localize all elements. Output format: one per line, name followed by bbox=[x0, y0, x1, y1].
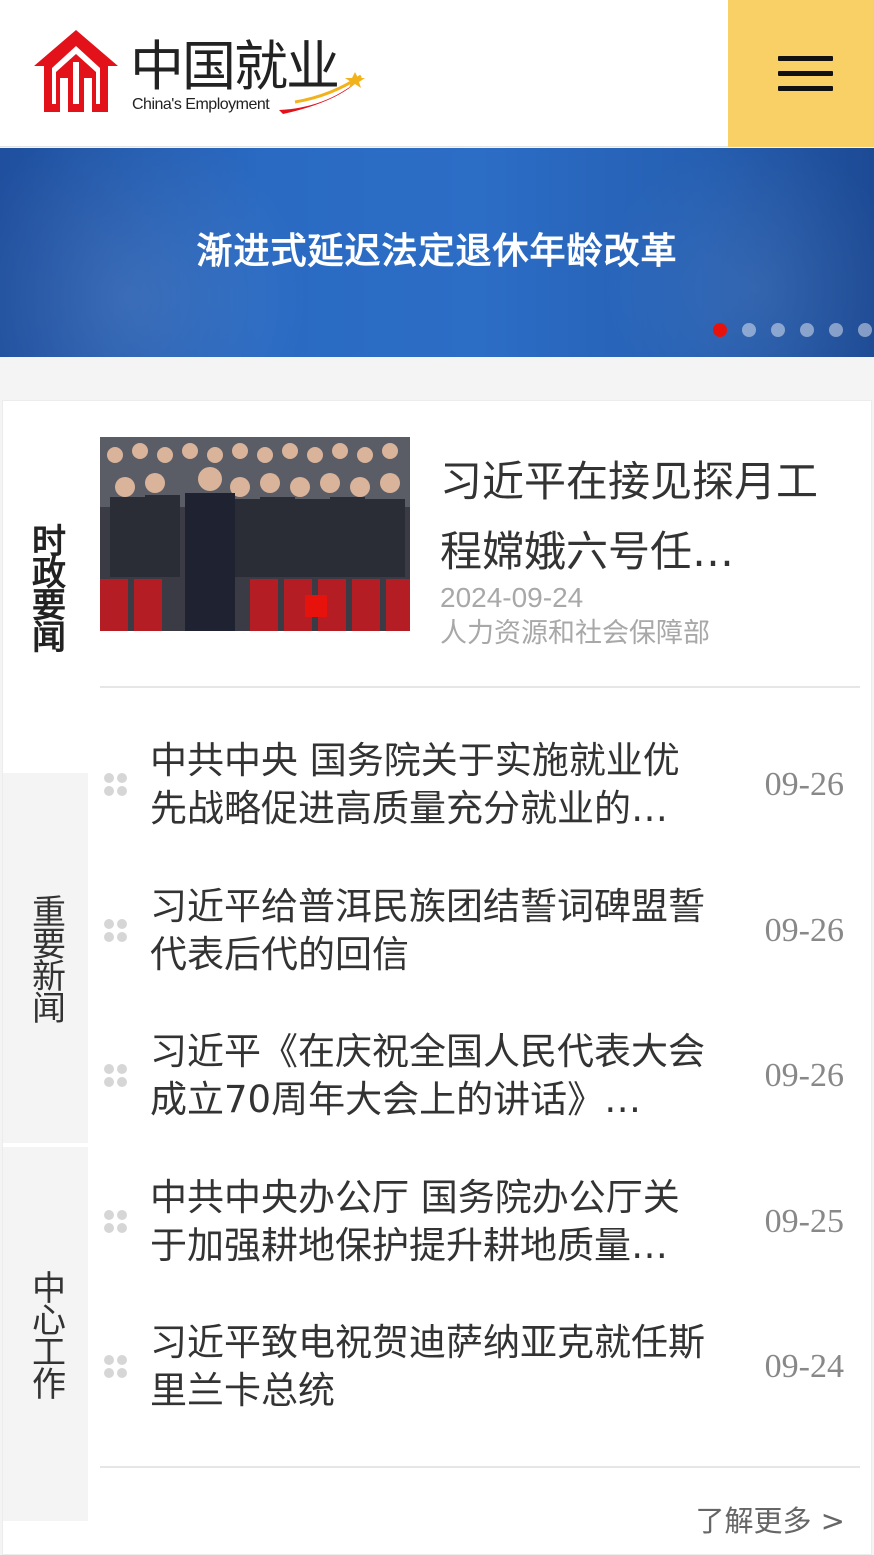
news-list-item[interactable]: 习近平致电祝贺迪萨纳亚克就任斯里兰卡总统 09-24 bbox=[100, 1319, 860, 1419]
bullet-icon bbox=[104, 773, 128, 797]
carousel-dot[interactable] bbox=[800, 323, 814, 337]
featured-date: 2024-09-24 bbox=[440, 582, 584, 613]
news-title[interactable]: 中共中央办公厅 国务院办公厅关于加强耕地保护提升耕地质量… bbox=[150, 1174, 710, 1270]
tab-label: 中心工作 bbox=[25, 1270, 66, 1398]
divider bbox=[100, 686, 860, 688]
featured-photo-image bbox=[100, 437, 410, 631]
bullet-icon bbox=[104, 1064, 128, 1088]
hamburger-menu-bar bbox=[778, 86, 833, 91]
side-tabs: 时政要闻 重要新闻 中心工作 bbox=[3, 401, 88, 1521]
tab-important-news[interactable]: 重要新闻 bbox=[3, 773, 88, 1145]
site-logo[interactable]: 中国就业 China's Employment bbox=[30, 26, 370, 118]
news-date: 09-26 bbox=[764, 766, 844, 803]
tab-label: 时政要闻 bbox=[25, 523, 66, 651]
news-title[interactable]: 习近平给普洱民族团结誓词碑盟誓代表后代的回信 bbox=[150, 883, 710, 979]
carousel-dot[interactable] bbox=[713, 323, 727, 337]
logo-text-en: China's Employment bbox=[132, 96, 270, 113]
site-header: 中国就业 China's Employment bbox=[0, 0, 874, 147]
carousel-dots bbox=[713, 323, 872, 339]
news-title[interactable]: 中共中央 国务院关于实施就业优先战略促进高质量充分就业的… bbox=[150, 737, 710, 833]
news-date: 09-26 bbox=[764, 912, 844, 949]
news-list-item[interactable]: 习近平《在庆祝全国人民代表大会成立70周年大会上的讲话》… 09-26 bbox=[100, 1028, 860, 1128]
news-date: 09-25 bbox=[764, 1203, 844, 1240]
news-list-item[interactable]: 习近平给普洱民族团结誓词碑盟誓代表后代的回信 09-26 bbox=[100, 883, 860, 983]
banner-title[interactable]: 渐进式延迟法定退休年龄改革 bbox=[0, 230, 874, 274]
hamburger-menu-icon bbox=[778, 56, 833, 61]
news-date: 09-26 bbox=[764, 1057, 844, 1094]
more-link[interactable]: 了解更多 > bbox=[695, 1501, 845, 1541]
tab-central-work[interactable]: 中心工作 bbox=[3, 1147, 88, 1521]
featured-thumbnail[interactable] bbox=[100, 437, 410, 631]
news-date: 09-24 bbox=[764, 1348, 844, 1385]
featured-source: 人力资源和社会保障部 bbox=[440, 618, 710, 649]
bullet-icon bbox=[104, 1210, 128, 1234]
news-title[interactable]: 习近平《在庆祝全国人民代表大会成立70周年大会上的讲话》… bbox=[150, 1028, 710, 1124]
tab-label: 重要新闻 bbox=[25, 894, 66, 1022]
bullet-icon bbox=[104, 919, 128, 943]
featured-title[interactable]: 习近平在接见探月工程嫦娥六号任… bbox=[440, 447, 850, 587]
logo-swoosh-icon bbox=[279, 72, 365, 114]
carousel-dot[interactable] bbox=[771, 323, 785, 337]
featured-article[interactable]: 习近平在接见探月工程嫦娥六号任… 2024-09-24 人力资源和社会保障部 bbox=[100, 437, 860, 649]
hamburger-menu-bar bbox=[778, 71, 833, 76]
bullet-icon bbox=[104, 1355, 128, 1379]
news-list-item[interactable]: 中共中央办公厅 国务院办公厅关于加强耕地保护提升耕地质量… 09-25 bbox=[100, 1174, 860, 1274]
news-title[interactable]: 习近平致电祝贺迪萨纳亚克就任斯里兰卡总统 bbox=[150, 1319, 710, 1415]
logo-emblem-icon bbox=[34, 30, 118, 112]
tab-politics-news[interactable]: 时政要闻 bbox=[3, 401, 88, 773]
news-list-item[interactable]: 中共中央 国务院关于实施就业优先战略促进高质量充分就业的… 09-26 bbox=[100, 737, 860, 837]
menu-button[interactable] bbox=[728, 0, 874, 147]
carousel-dot[interactable] bbox=[858, 323, 872, 337]
carousel-dot[interactable] bbox=[742, 323, 756, 337]
divider bbox=[100, 1466, 860, 1468]
news-panel: 时政要闻 重要新闻 中心工作 习近平在接见探月工程嫦娥六号任… 2024-09-… bbox=[2, 400, 872, 1555]
carousel-dot[interactable] bbox=[829, 323, 843, 337]
